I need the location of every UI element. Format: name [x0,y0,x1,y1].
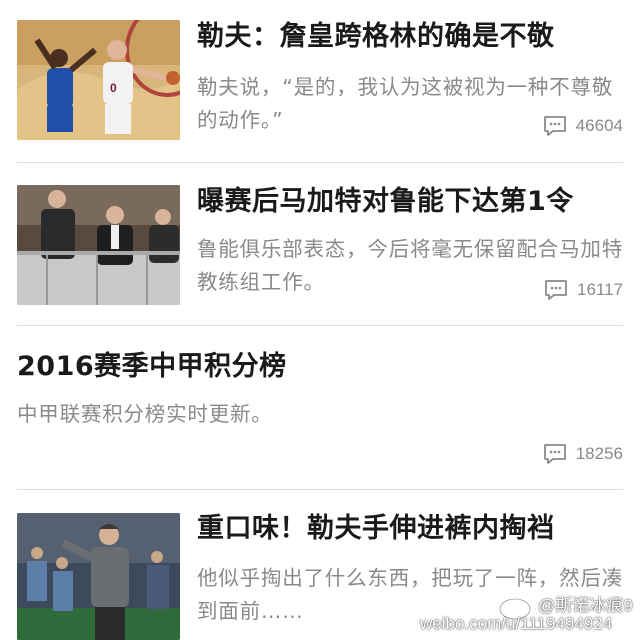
coach-on-sideline-photo[interactable] [17,513,180,640]
news-item[interactable]: 2016赛季中甲积分榜 中甲联赛积分榜实时更新。 18256 [0,326,640,489]
comment-count-value: 18256 [575,444,623,463]
watermark-url: weibo.com/u/1119494924 [420,614,613,633]
comment-count[interactable]: 18256 [543,443,623,465]
officials-in-stands-photo[interactable] [17,185,180,305]
svg-text:0: 0 [110,81,117,95]
news-title[interactable]: 勒夫：詹皇跨格林的确是不敬 [197,20,555,54]
news-title[interactable]: 重口味！勒夫手伸进裤内掏裆 [197,512,555,546]
comment-count[interactable]: 46604 [543,115,623,137]
news-item[interactable]: 0 勒夫：詹皇跨格林的确是不敬 勒夫说，“是的，我认为这被视为一种不尊敬的动作。… [0,0,640,162]
news-title[interactable]: 2016赛季中甲积分榜 [17,350,287,384]
basketball-players-photo[interactable]: 0 [17,20,180,140]
comment-count[interactable]: 16117 [544,279,623,301]
comment-bubble-icon [543,116,566,136]
comment-bubble-icon [543,444,566,464]
comment-count-value: 16117 [576,280,623,299]
news-item[interactable]: 曝赛后马加特对鲁能下达第1令 鲁能俱乐部表态，今后将毫无保留配合马加特教练组工作… [0,163,640,325]
news-feed: 0 勒夫：詹皇跨格林的确是不敬 勒夫说，“是的，我认为这被视为一种不尊敬的动作。… [0,0,640,640]
comment-count-value: 46604 [575,116,623,135]
watermark-handle: @斯诺冰痕9 [538,596,633,615]
comment-bubble-icon [545,280,567,300]
news-title[interactable]: 曝赛后马加特对鲁能下达第1令 [197,185,574,219]
news-summary: 中甲联赛积分榜实时更新。 [17,402,273,426]
